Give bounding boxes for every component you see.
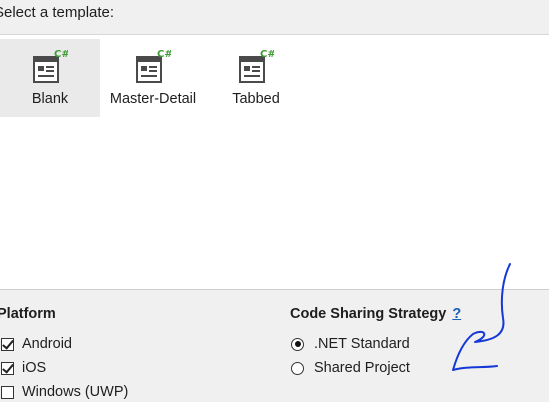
select-template-label: Select a template: (0, 4, 115, 21)
csharp-template-icon: C# (136, 49, 171, 83)
template-tile-blank[interactable]: C# Blank (0, 39, 100, 117)
platform-title: Platform (0, 306, 56, 322)
svg-text:C#: C# (157, 49, 171, 60)
checkbox-label: iOS (22, 360, 47, 376)
checkbox[interactable] (1, 337, 14, 351)
csharp-template-icon: C# (33, 49, 68, 83)
annotation-scribble (452, 263, 511, 371)
code-sharing-title: Code Sharing Strategy? (290, 306, 461, 322)
checkbox-label: Windows (UWP) (22, 384, 129, 400)
template-label: Master-Detail (109, 91, 197, 107)
platform-option-windows-uwp[interactable]: Windows (UWP) (1, 384, 128, 400)
checkbox[interactable] (1, 385, 14, 399)
radio-button[interactable] (291, 361, 304, 375)
checkbox[interactable] (1, 361, 14, 375)
platform-option-ios[interactable]: iOS (1, 360, 46, 376)
code-sharing-option-shared-project[interactable]: Shared Project (291, 360, 410, 376)
radio-label: .NET Standard (314, 336, 410, 352)
template-tile-tabbed[interactable]: C# Tabbed (206, 39, 306, 117)
template-label: Blank (31, 91, 69, 107)
checkbox-label: Android (22, 336, 72, 352)
csharp-template-icon: C# (239, 49, 274, 83)
svg-text:C#: C# (54, 49, 68, 60)
template-label: Tabbed (232, 91, 280, 107)
radio-label: Shared Project (314, 360, 410, 376)
svg-text:C#: C# (260, 49, 274, 60)
code-sharing-title-text: Code Sharing Strategy (290, 306, 447, 322)
radio-button[interactable] (291, 337, 304, 351)
template-list: C# Blank C# Master-Detail C# Tabbed (0, 34, 549, 290)
template-tile-master-detail[interactable]: C# Master-Detail (103, 39, 203, 117)
code-sharing-option-net-standard[interactable]: .NET Standard (291, 336, 410, 352)
platform-option-android[interactable]: Android (1, 336, 72, 352)
